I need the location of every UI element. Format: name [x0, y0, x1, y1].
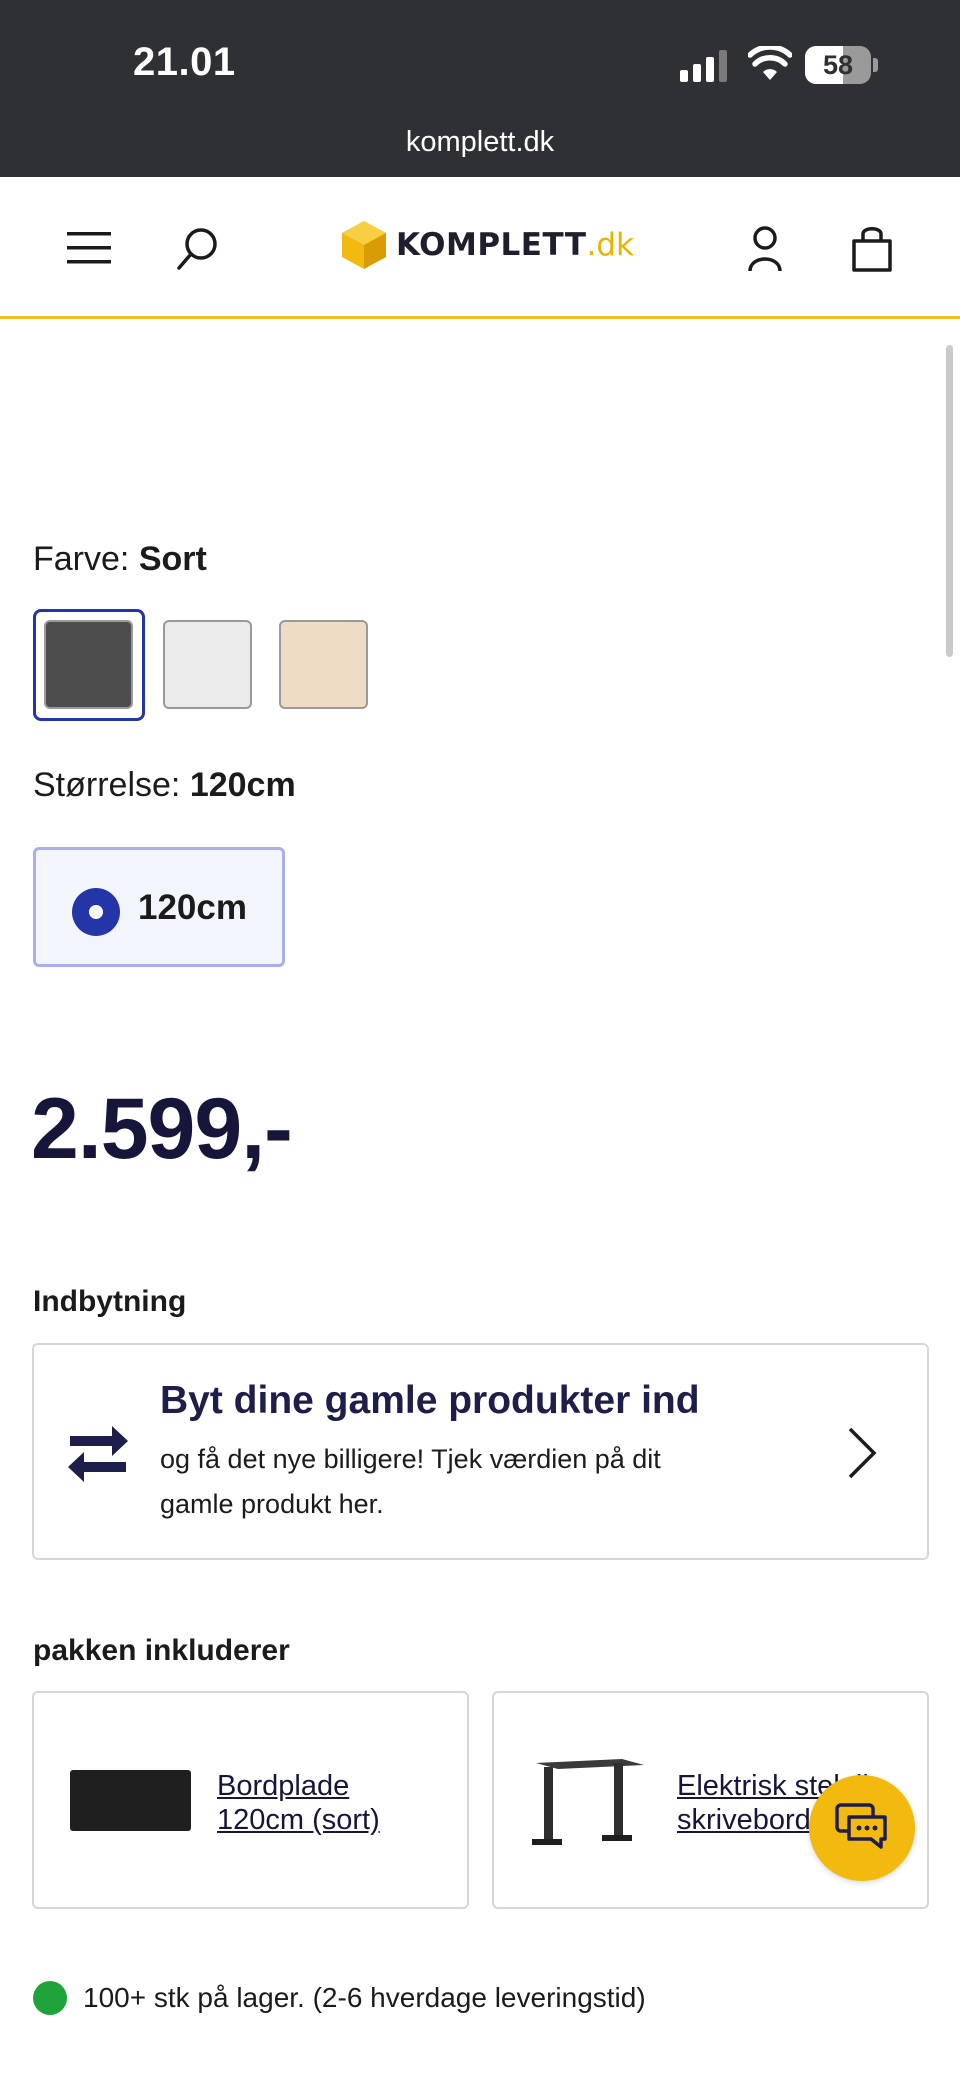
tradein-card[interactable]: Byt dine gamle produkter ind og få det n… [32, 1343, 929, 1560]
size-label-text: Størrelse: [33, 766, 181, 804]
logo-text: KOMPLETT [396, 227, 587, 263]
status-bar: 21.01 58 komplett.dk [0, 0, 960, 177]
cart-button[interactable] [846, 221, 898, 277]
address-bar-url[interactable]: komplett.dk [0, 126, 960, 159]
size-label: Størrelse: 120cm [33, 766, 296, 805]
package-item-card[interactable]: Bordplade 120cm (sort) [32, 1691, 469, 1909]
radio-selected[interactable] [72, 888, 120, 936]
search-button[interactable] [168, 221, 228, 277]
size-option-label: 120cm [138, 888, 247, 927]
stock-status: 100+ stk på lager. (2-6 hverdage leverin… [33, 1981, 646, 2015]
swap-arrows-icon [68, 1426, 128, 1482]
color-label-text: Farve: [33, 540, 130, 578]
search-icon [177, 228, 217, 270]
product-price: 2.599,- [31, 1081, 293, 1177]
battery-level: 58 [822, 50, 854, 80]
cellular-signal-icon [680, 50, 727, 82]
stock-status-dot [33, 1981, 67, 2015]
color-value: Sort [138, 540, 207, 578]
status-time: 21.01 [133, 40, 236, 84]
color-swatch-white[interactable] [163, 620, 252, 709]
menu-icon [67, 232, 111, 264]
wifi-icon [748, 46, 792, 80]
komplett-logo[interactable]: KOMPLETT .dk [340, 215, 634, 275]
komplett-logo-icon [342, 221, 386, 269]
tabletop-image [70, 1770, 191, 1831]
tradein-title: Byt dine gamle produkter ind [160, 1379, 700, 1422]
package-item-link[interactable]: Bordplade 120cm (sort) [217, 1769, 437, 1837]
color-swatch-beige[interactable] [279, 620, 368, 709]
color-label: Farve: Sort [33, 540, 207, 579]
tradein-section-title: Indbytning [33, 1285, 187, 1318]
chat-button[interactable] [809, 1775, 915, 1881]
color-swatch-black[interactable] [44, 620, 133, 709]
desk-frame-image [532, 1759, 644, 1845]
menu-button[interactable] [62, 223, 116, 273]
cart-icon [852, 227, 892, 272]
logo-tld: .dk [586, 227, 634, 263]
chat-icon [835, 1803, 887, 1849]
scrollbar[interactable] [946, 345, 953, 657]
site-header: KOMPLETT .dk [0, 177, 960, 319]
account-icon [748, 226, 782, 272]
package-section-title: pakken inkluderer [33, 1634, 290, 1667]
chevron-right-icon [848, 1427, 877, 1479]
size-value: 120cm [189, 766, 296, 804]
size-option-120cm[interactable]: 120cm [33, 847, 285, 967]
stock-status-text: 100+ stk på lager. (2-6 hverdage leverin… [83, 1982, 646, 2013]
tradein-description: og få det nye billigere! Tjek værdien på… [160, 1444, 661, 1519]
battery-icon: 58 [805, 46, 878, 84]
account-button[interactable] [740, 221, 790, 277]
